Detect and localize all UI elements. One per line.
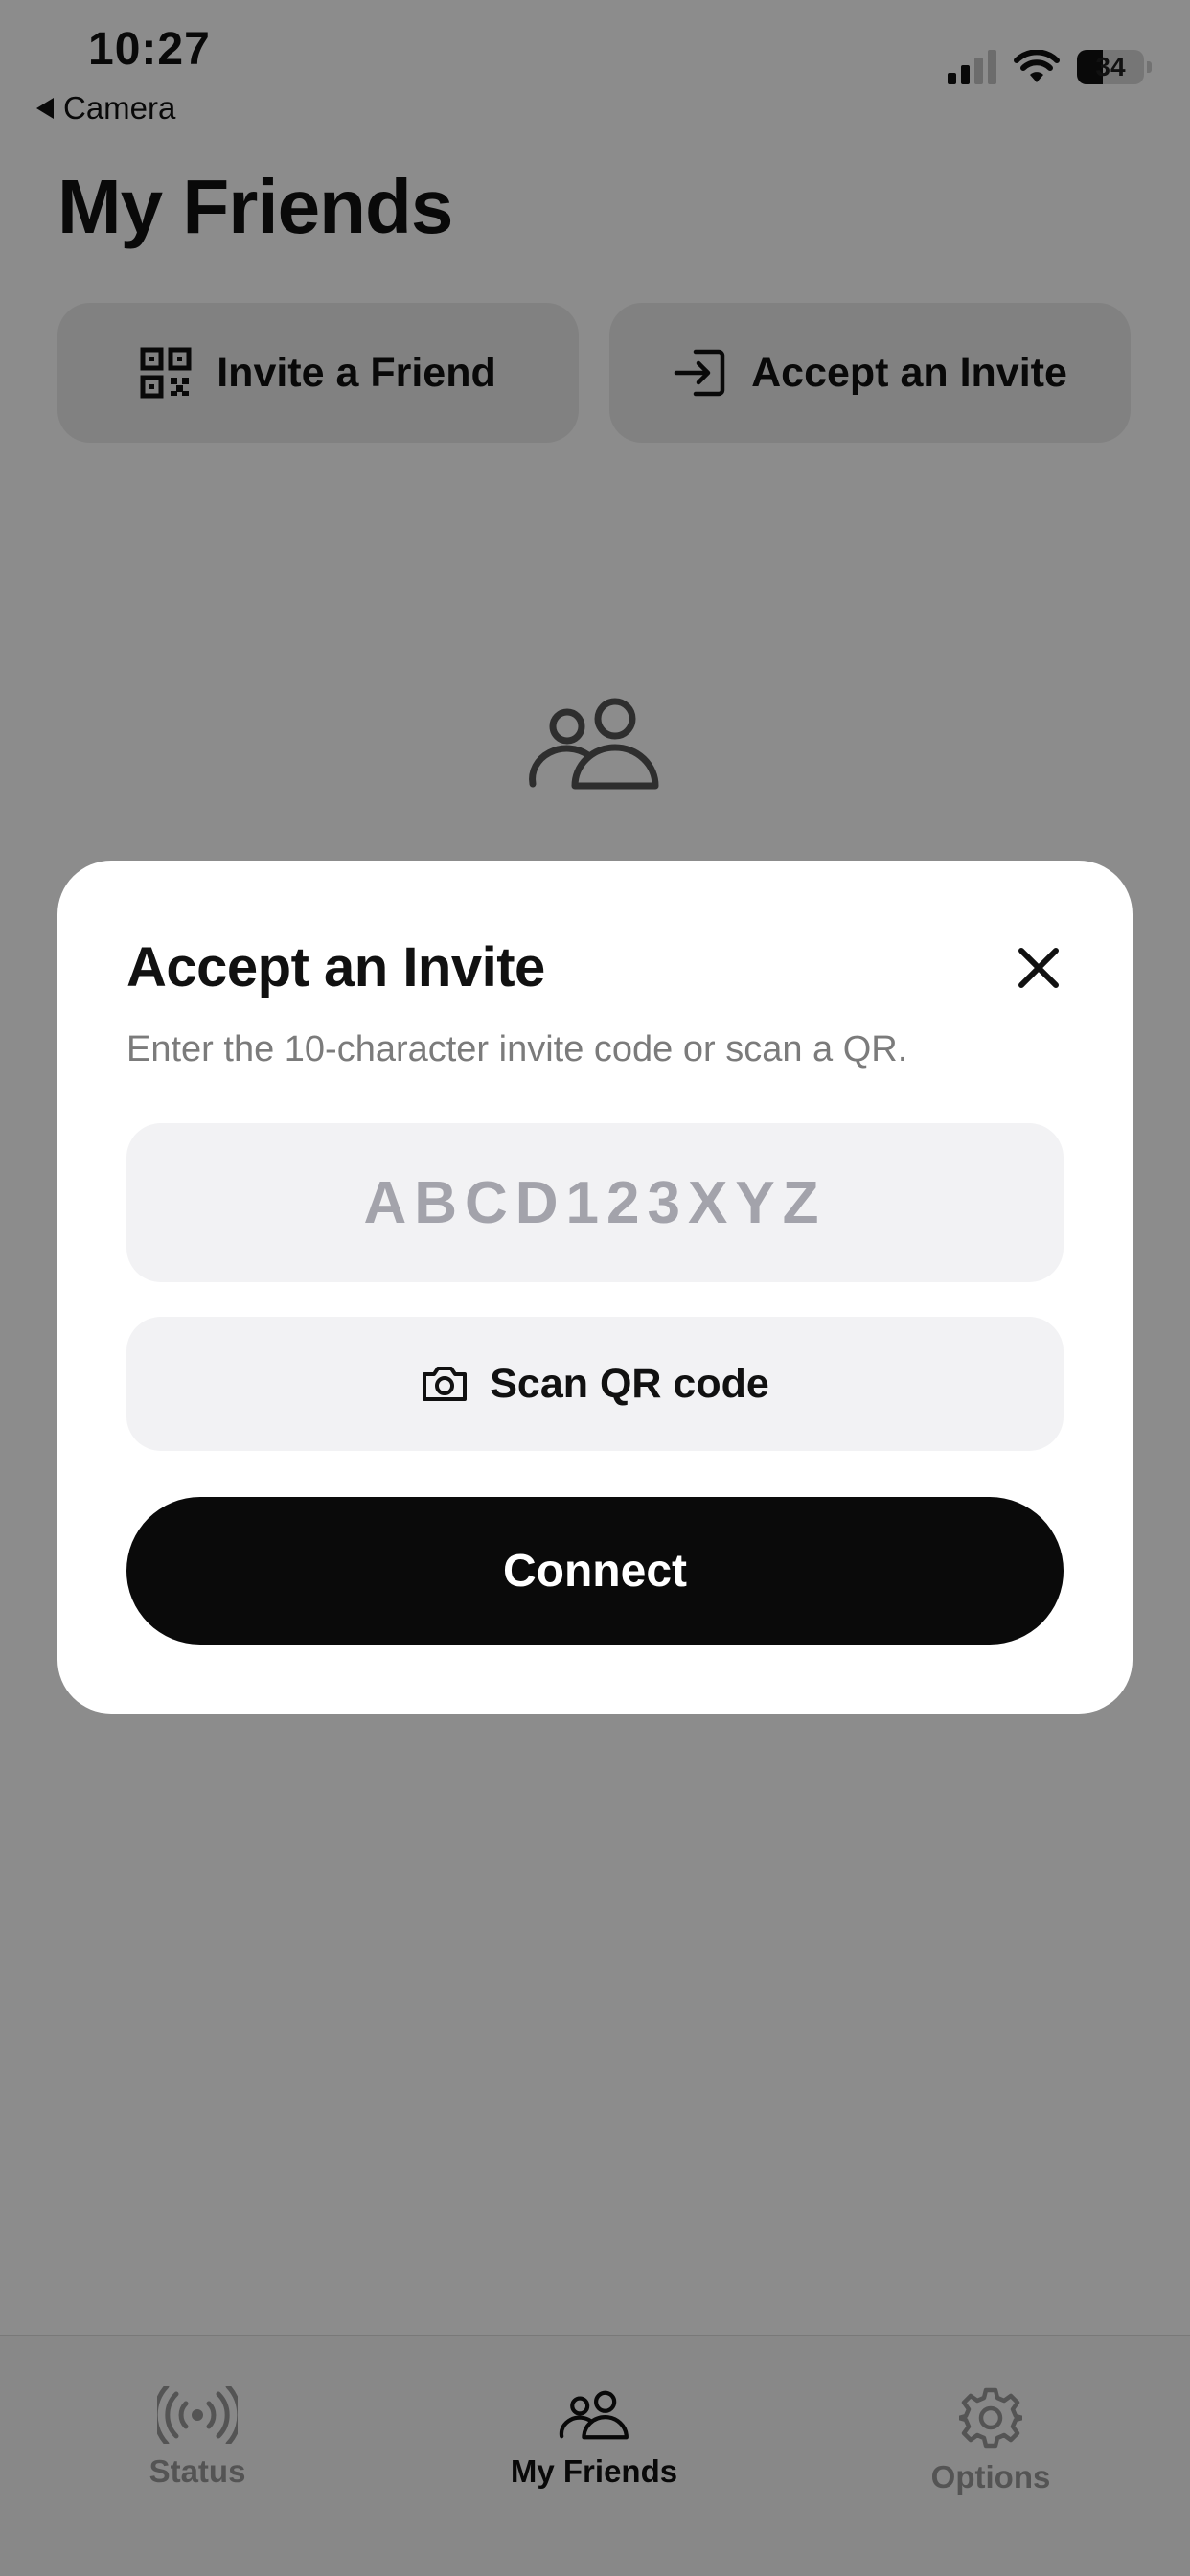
connect-button[interactable]: Connect: [126, 1497, 1064, 1644]
camera-icon: [423, 1367, 468, 1401]
close-icon[interactable]: [1010, 939, 1067, 997]
modal-title: Accept an Invite: [126, 936, 545, 999]
scan-qr-label: Scan QR code: [490, 1360, 769, 1407]
invite-code-input[interactable]: [126, 1123, 1064, 1282]
scan-qr-button[interactable]: Scan QR code: [126, 1317, 1064, 1451]
accept-invite-modal: Accept an Invite Enter the 10-character …: [57, 861, 1133, 1714]
modal-subtitle: Enter the 10-character invite code or sc…: [126, 1029, 908, 1070]
battery-level: 34: [1095, 52, 1126, 81]
app-screen: 10:27 Camera 34 My Friends Invite a Frie…: [0, 0, 1190, 2576]
connect-label: Connect: [503, 1545, 687, 1597]
